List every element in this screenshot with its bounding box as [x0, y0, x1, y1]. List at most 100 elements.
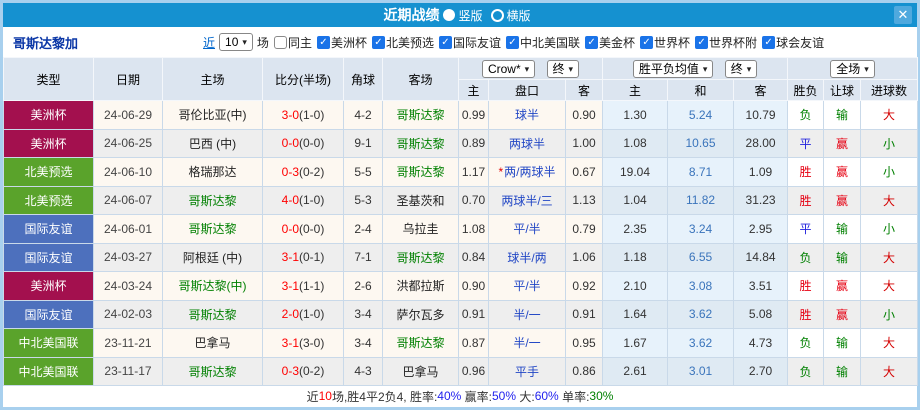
scope-select[interactable]: 全场 ▾	[830, 59, 875, 78]
goals-result: 大	[860, 271, 919, 301]
goals-result: 小	[860, 128, 919, 158]
avg-away-odds: 28.00	[733, 128, 789, 158]
bookmaker-group-header: Crow* ▾ 终 ▾	[457, 57, 604, 80]
handicap-result: 输	[823, 356, 862, 386]
corner-score: 3-4	[343, 328, 383, 358]
vertical-layout-label[interactable]: 竖版	[458, 7, 482, 24]
league-type-badge: 美洲杯	[3, 100, 94, 130]
league-checkbox[interactable]: ✓	[695, 35, 709, 49]
avg-draw-odds: 3.62	[667, 299, 735, 329]
halftime-score: (1-0)	[299, 193, 325, 208]
result: 胜	[787, 299, 825, 329]
corner-score: 5-5	[343, 157, 383, 187]
subcol-handicap-result: 让球	[823, 79, 862, 101]
league-type-badge: 中北美国联	[3, 356, 94, 386]
same-host-checkbox[interactable]	[273, 35, 287, 49]
home-odds: 0.91	[458, 299, 489, 329]
league-type-badge: 美洲杯	[3, 128, 94, 158]
away-odds: 1.13	[564, 185, 604, 215]
result: 胜	[787, 271, 825, 301]
corner-score: 9-1	[343, 128, 383, 158]
home-odds: 1.08	[458, 214, 489, 244]
fulltime-score: 2-0	[281, 307, 299, 322]
near-link[interactable]: 近	[203, 34, 215, 51]
match-date: 24-06-10	[93, 157, 163, 187]
match-date: 24-03-24	[93, 271, 163, 301]
league-label: 美洲杯	[330, 35, 367, 50]
avg-draw-odds: 3.01	[667, 356, 735, 386]
fulltime-score: 3-1	[281, 278, 299, 293]
fulltime-score: 3-1	[281, 250, 299, 265]
avg-draw-odds: 3.24	[667, 214, 735, 244]
away-odds: 0.90	[564, 100, 604, 130]
avg-home-odds: 1.04	[602, 185, 669, 215]
goals-result: 小	[860, 214, 919, 244]
chevron-down-icon: ▾	[568, 63, 574, 74]
match-date: 23-11-17	[93, 356, 163, 386]
table-row: 国际友谊 24-03-27 阿根廷 (中) 3-1(0-1) 7-1 哥斯达黎 0.84 球半…	[3, 242, 919, 272]
avg-group-header: 胜平负均值 ▾ 终 ▾	[602, 57, 789, 80]
halftime-score: (1-1)	[299, 278, 325, 293]
league-checkbox[interactable]: ✓	[316, 35, 330, 49]
home-odds: 0.90	[458, 271, 489, 301]
summary-segment: 大:	[516, 389, 535, 404]
table-row: 中北美国联 23-11-21 巴拿马 3-1(3-0) 3-4 哥斯达黎 0.87 半/一 0.…	[3, 328, 919, 358]
goals-result: 小	[860, 157, 919, 187]
league-checkbox[interactable]: ✓	[762, 35, 776, 49]
fulltime-score: 0-0	[281, 221, 299, 236]
panel-title: 近期战绩	[383, 7, 440, 23]
summary-segment: 30%	[589, 389, 614, 403]
away-team: 哥斯达黎	[382, 100, 459, 130]
table-row: 中北美国联 23-11-17 哥斯达黎 0-3(0-2) 4-3 巴拿马 0.96 平手 0.8…	[3, 356, 919, 386]
handicap-result: 赢	[823, 271, 862, 301]
summary-segment: 近	[306, 389, 319, 404]
league-checkbox[interactable]: ✓	[640, 35, 654, 49]
league-type-badge: 国际友谊	[3, 242, 94, 272]
match-score: 0-3(0-2)	[262, 356, 344, 386]
match-count-select[interactable]: 10 ▾	[219, 33, 253, 51]
league-checkbox[interactable]: ✓	[371, 35, 385, 49]
vertical-layout-radio[interactable]	[443, 9, 456, 21]
match-date: 23-11-21	[93, 328, 163, 358]
avg-draw-odds: 10.65	[667, 128, 735, 158]
match-date: 24-02-03	[93, 299, 163, 329]
goals-result: 大	[860, 242, 919, 272]
result: 平	[787, 214, 825, 244]
away-team: 巴拿马	[382, 356, 459, 386]
summary-segment: 场,胜4平2负4, 胜率:	[331, 389, 438, 404]
match-date: 24-06-29	[93, 100, 163, 130]
avg-select[interactable]: 胜平负均值 ▾	[632, 59, 714, 78]
fulltime-score: 0-3	[281, 164, 299, 179]
match-score: 3-0(1-0)	[262, 100, 344, 130]
handicap-result: 输	[823, 100, 862, 130]
away-odds: 1.06	[564, 242, 604, 272]
bookmaker-select[interactable]: Crow* ▾	[481, 59, 536, 78]
away-team: 哥斯达黎	[382, 128, 459, 158]
subcol-avg-draw: 和	[667, 79, 735, 101]
league-checkbox[interactable]: ✓	[585, 35, 599, 49]
match-score: 3-1(1-1)	[262, 271, 344, 301]
goals-result: 大	[860, 100, 919, 130]
table-row: 美洲杯 24-06-25 巴西 (中) 0-0(0-0) 9-1 哥斯达黎 0.89 两球半 1…	[3, 128, 919, 158]
avg-stage-select[interactable]: 终 ▾	[724, 59, 758, 78]
col-header-home: 主场	[162, 57, 263, 101]
league-checkbox[interactable]: ✓	[438, 35, 452, 49]
avg-draw-odds: 6.55	[667, 242, 735, 272]
handicap: *两/两球半	[488, 157, 566, 187]
header-row-groups: 类型 日期 主场 比分(半场) 角球 客场 Crow* ▾ 终 ▾ 胜平负均值 ▾ 终…	[3, 57, 919, 101]
bookmaker-stage-select[interactable]: 终 ▾	[546, 59, 580, 78]
league-checkbox[interactable]: ✓	[506, 35, 519, 49]
summary-segment: 40%	[437, 389, 462, 403]
avg-draw-odds: 3.08	[667, 271, 735, 301]
handicap: 平/半	[488, 214, 566, 244]
horizontal-layout-radio[interactable]	[490, 8, 504, 22]
same-host-label[interactable]: 同主	[288, 34, 312, 51]
col-header-date: 日期	[93, 57, 163, 101]
result: 胜	[787, 185, 825, 215]
halftime-score: (0-0)	[299, 136, 325, 151]
table-row: 国际友谊 24-06-01 哥斯达黎 0-0(0-0) 2-4 乌拉圭 1.08 平/半 0.7…	[3, 214, 919, 244]
close-icon[interactable]: ✕	[894, 6, 912, 24]
col-header-corner: 角球	[343, 57, 383, 101]
horizontal-layout-label[interactable]: 横版	[507, 7, 531, 24]
halftime-score: (0-2)	[299, 364, 325, 379]
